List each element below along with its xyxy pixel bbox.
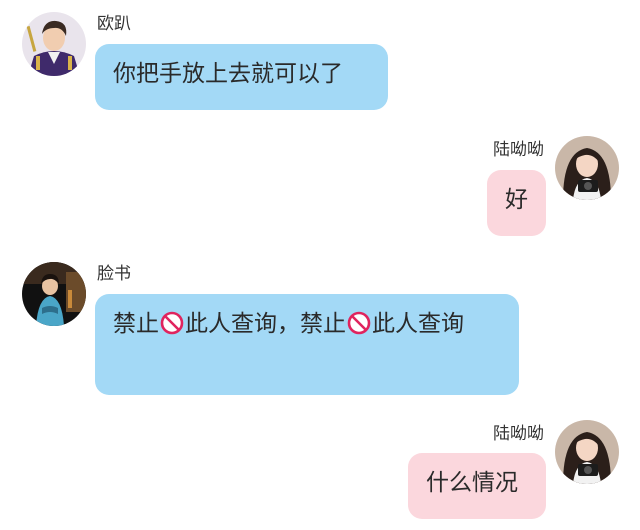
man-in-purple-uniform-avatar-icon xyxy=(22,12,86,76)
prohibited-icon xyxy=(160,311,184,335)
girl-with-camera-avatar-icon xyxy=(555,136,619,200)
message-bubble[interactable]: 好 xyxy=(487,170,546,236)
message-bubble[interactable]: 什么情况 xyxy=(408,453,546,519)
sender-name: 脸书 xyxy=(97,264,131,284)
chat-view: 欧趴 你把手放上去就可以了 陆呦呦 好 脸书 禁止 此人查询，禁止 此人查询 陆… xyxy=(0,0,640,530)
message-bubble[interactable]: 你把手放上去就可以了 xyxy=(95,44,388,110)
message-text: 好 xyxy=(505,187,528,213)
prohibited-icon xyxy=(347,311,371,335)
sender-name: 欧趴 xyxy=(97,14,131,34)
message-text: 禁止 xyxy=(113,311,159,337)
girl-with-camera-avatar-icon xyxy=(555,420,619,484)
sender-avatar[interactable] xyxy=(22,262,86,326)
sender-name: 陆呦呦 xyxy=(493,140,544,160)
message-text: 此人查询，禁止 xyxy=(185,311,346,337)
sender-avatar[interactable] xyxy=(555,136,619,200)
message-bubble[interactable]: 禁止 此人查询，禁止 此人查询 xyxy=(95,294,519,395)
woman-on-stage-avatar-icon xyxy=(22,262,86,326)
sender-name: 陆呦呦 xyxy=(493,424,544,444)
sender-avatar[interactable] xyxy=(555,420,619,484)
message-text: 你把手放上去就可以了 xyxy=(113,61,343,87)
message-text: 此人查询 xyxy=(372,311,464,337)
sender-avatar[interactable] xyxy=(22,12,86,76)
message-text: 什么情况 xyxy=(426,470,518,496)
